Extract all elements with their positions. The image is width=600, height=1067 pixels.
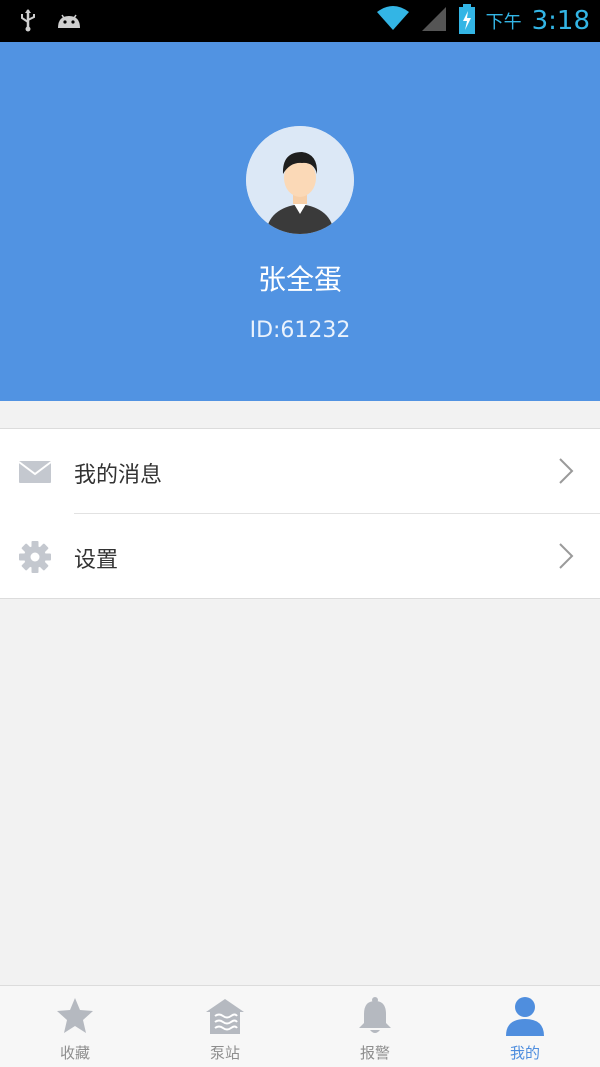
signal-icon <box>420 5 448 37</box>
tab-mine[interactable]: 我的 <box>450 986 600 1067</box>
status-ampm: 下午 <box>485 12 522 33</box>
bell-icon <box>355 996 395 1036</box>
chevron-right-icon <box>558 457 574 485</box>
mail-icon <box>18 455 52 489</box>
bottom-nav: 收藏 泵站 报警 我的 <box>0 985 600 1067</box>
wifi-icon <box>376 6 410 36</box>
menu-item-messages[interactable]: 我的消息 <box>0 429 600 513</box>
user-name: 张全蛋 <box>257 263 342 296</box>
tab-label: 泵站 <box>209 1044 240 1062</box>
tab-label: 收藏 <box>59 1044 90 1062</box>
tab-label: 我的 <box>509 1044 540 1062</box>
menu-item-settings[interactable]: 设置 <box>0 514 600 598</box>
chevron-right-icon <box>558 542 574 570</box>
android-icon <box>56 10 82 34</box>
user-avatar-icon[interactable] <box>246 126 354 234</box>
battery-charging-icon <box>458 4 476 38</box>
menu-list: 我的消息 设置 <box>0 428 600 599</box>
tab-label: 报警 <box>359 1044 390 1062</box>
profile-header: 张全蛋 ID:61232 <box>0 42 600 401</box>
status-time: 3:18 <box>531 6 590 36</box>
gear-icon <box>18 540 52 574</box>
usb-icon <box>18 8 38 36</box>
tab-favorites[interactable]: 收藏 <box>0 986 150 1067</box>
menu-item-label: 我的消息 <box>74 463 163 488</box>
tab-alarm[interactable]: 报警 <box>300 986 450 1067</box>
status-bar: 下午 3:18 <box>0 0 600 42</box>
pump-station-icon <box>205 996 245 1036</box>
menu-item-label: 设置 <box>74 548 119 573</box>
star-icon <box>55 996 95 1036</box>
person-icon <box>505 996 545 1036</box>
user-id: ID:61232 <box>249 318 351 343</box>
tab-pump-station[interactable]: 泵站 <box>150 986 300 1067</box>
